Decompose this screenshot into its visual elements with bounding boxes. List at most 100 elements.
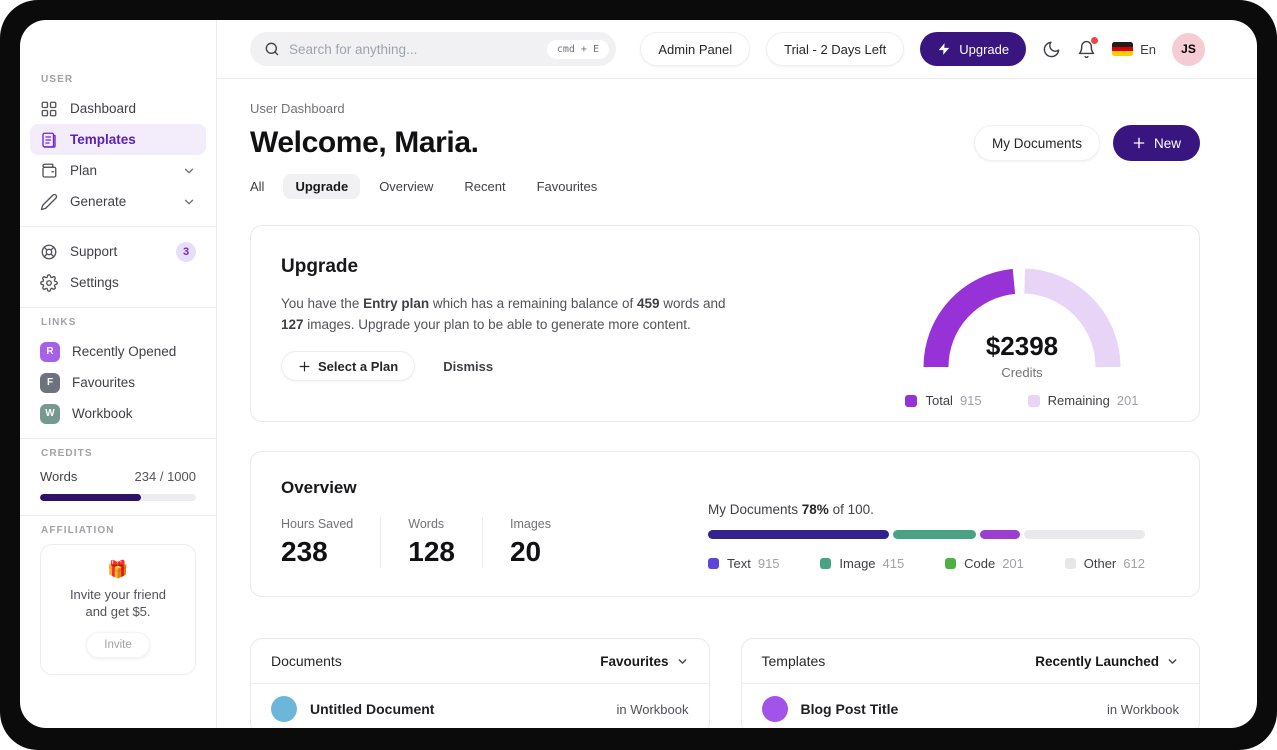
divider <box>20 515 216 516</box>
document-location: in Workbook <box>616 701 689 717</box>
header-actions: My Documents New <box>973 125 1200 161</box>
link-initial-badge: F <box>40 372 60 393</box>
documents-card-header: Documents Favourites <box>251 639 709 684</box>
tab-recent[interactable]: Recent <box>452 174 517 199</box>
page-title: Welcome, Maria. <box>250 126 479 159</box>
tab-overview[interactable]: Overview <box>367 174 445 199</box>
divider <box>20 307 216 308</box>
credits-row: Words 234 / 1000 <box>40 469 196 484</box>
content-area: User Dashboard Welcome, Maria. My Docume… <box>217 79 1257 728</box>
document-avatar <box>271 696 297 722</box>
sidebar-item-label: Support <box>70 244 118 259</box>
template-row[interactable]: Blog Post Title in Workbook <box>742 684 1200 728</box>
select-plan-button[interactable]: Select a Plan <box>281 351 416 381</box>
sidebar-item-templates[interactable]: Templates <box>30 124 206 155</box>
sidebar-section-links: LINKS <box>41 317 77 328</box>
plus-icon <box>1133 137 1145 149</box>
link-initial-badge: R <box>40 341 60 362</box>
stat-words: Words 128 <box>408 517 483 568</box>
bar-segment-other <box>1023 530 1145 539</box>
chevron-down-icon <box>678 658 686 664</box>
search-icon <box>265 42 279 56</box>
legend-swatch <box>820 558 832 569</box>
documents-filter-dropdown[interactable]: Favourites <box>600 654 688 669</box>
support-badge: 3 <box>176 241 196 262</box>
sidebar-link-favourites[interactable]: F Favourites <box>30 367 206 398</box>
sidebar-section-affiliation: AFFILIATION <box>41 525 115 536</box>
plus-icon <box>299 361 310 371</box>
user-avatar[interactable]: JS <box>1172 32 1205 66</box>
sidebar-item-settings[interactable]: Settings <box>30 267 206 298</box>
dismiss-button[interactable]: Dismiss <box>443 359 493 374</box>
upgrade-card-text: You have the Entry plan which has a rema… <box>281 296 726 332</box>
overview-stats: Hours Saved 238 Words 128 Images 20 <box>281 517 551 568</box>
sidebar-section-credits: CREDITS <box>41 448 93 459</box>
tab-favourites[interactable]: Favourites <box>525 174 610 199</box>
language-label: En <box>1140 41 1156 57</box>
tab-all[interactable]: All <box>238 174 276 199</box>
filter-tabs: All Upgrade Overview Recent Favourites <box>238 174 1200 199</box>
dark-mode-toggle[interactable] <box>1042 40 1061 59</box>
sidebar-item-plan[interactable]: Plan <box>30 155 206 186</box>
sidebar-item-dashboard[interactable]: Dashboard <box>30 93 206 124</box>
sidebar-item-label: Dashboard <box>70 101 137 116</box>
documents-card-title: Documents <box>271 653 342 669</box>
gauge-center-text: $2398 Credits <box>902 331 1142 380</box>
affiliation-card: 🎁 Invite your friend and get $5. Invite <box>40 544 196 675</box>
legend-item-text: Text 915 <box>708 556 780 571</box>
legend-swatch <box>1027 394 1040 407</box>
sidebar-link-workbook[interactable]: W Workbook <box>30 398 206 429</box>
legend-swatch <box>1064 558 1076 569</box>
grid-icon <box>41 101 57 116</box>
legend-item-image: Image 415 <box>820 556 904 571</box>
language-selector[interactable]: En <box>1112 42 1156 57</box>
admin-panel-button[interactable]: Admin Panel <box>640 32 751 66</box>
notifications-button[interactable] <box>1077 36 1099 59</box>
sidebar-item-support[interactable]: Support 3 <box>30 236 206 267</box>
document-row[interactable]: Untitled Document in Workbook <box>251 684 709 728</box>
gauge-legend: Total 915 Remaining 201 <box>905 393 1139 408</box>
tab-upgrade[interactable]: Upgrade <box>283 174 361 199</box>
bar-segment-text <box>708 530 890 539</box>
pencil-icon <box>40 193 58 210</box>
sidebar-item-label: Templates <box>70 132 136 147</box>
bottom-cards-row: Documents Favourites Untitled Document i… <box>250 638 1200 728</box>
template-avatar <box>761 696 788 722</box>
templates-filter-dropdown[interactable]: Recently Launched <box>1035 654 1179 669</box>
templates-card: Templates Recently Launched Blog Post Ti… <box>740 638 1200 728</box>
legend-swatch <box>945 558 957 569</box>
sidebar-item-label: Settings <box>70 275 119 290</box>
documents-card: Documents Favourites Untitled Document i… <box>250 638 710 728</box>
breadcrumb: User Dashboard <box>250 101 345 116</box>
chevron-down-icon <box>1168 658 1177 664</box>
new-button[interactable]: New <box>1112 125 1200 161</box>
templates-card-title: Templates <box>761 653 826 669</box>
sidebar-link-recently-opened[interactable]: R Recently Opened <box>30 336 206 367</box>
gauge-value: $2398 <box>985 331 1059 361</box>
gift-icon: 🎁 <box>107 560 129 579</box>
legend-item-total: Total 915 <box>905 393 982 408</box>
credits-metric-value: 234 / 1000 <box>134 469 196 484</box>
upgrade-button[interactable]: Upgrade <box>920 32 1027 66</box>
main-area: cmd + E Admin Panel Trial - 2 Days Left … <box>217 20 1257 728</box>
template-location: in Workbook <box>1106 701 1179 717</box>
wallet-icon <box>42 163 57 178</box>
divider <box>20 226 216 227</box>
bolt-icon <box>938 43 950 55</box>
chevron-down-icon <box>184 199 194 204</box>
search-shortcut: cmd + E <box>546 39 609 59</box>
bar-segment-image <box>893 530 976 539</box>
overview-title: Overview <box>281 478 357 497</box>
sidebar-item-generate[interactable]: Generate <box>30 186 206 217</box>
my-documents-button[interactable]: My Documents <box>973 125 1100 161</box>
trial-status-button[interactable]: Trial - 2 Days Left <box>766 32 905 66</box>
sidebar-item-label: Recently Opened <box>72 344 177 359</box>
legend-swatch <box>905 394 918 407</box>
credits-progress-fill <box>40 494 142 501</box>
templates-icon <box>42 132 56 148</box>
template-name: Blog Post Title <box>800 701 899 717</box>
upgrade-card-left: Upgrade You have the Entry plan which ha… <box>281 256 729 391</box>
search-bar[interactable]: cmd + E <box>250 32 616 66</box>
invite-button[interactable]: Invite <box>86 632 150 658</box>
search-input[interactable] <box>289 41 538 57</box>
